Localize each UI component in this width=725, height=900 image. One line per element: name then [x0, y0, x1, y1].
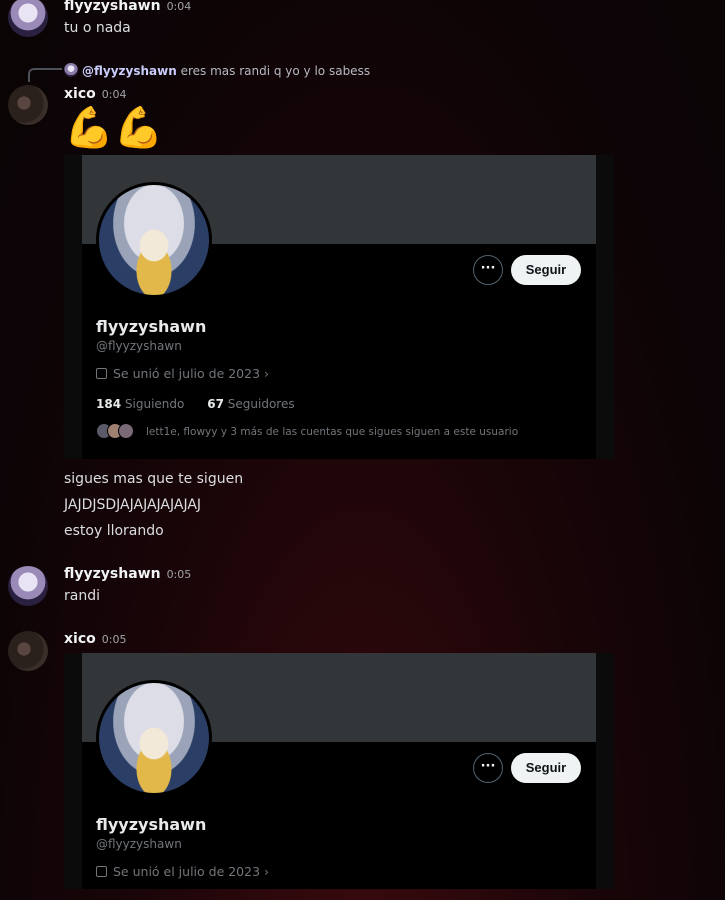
calendar-icon	[96, 866, 107, 877]
message-text: sigues mas que te siguen	[64, 471, 244, 487]
profile-handle: @flyyzyshawn	[96, 339, 182, 353]
avatar[interactable]	[8, 566, 48, 606]
profile-embed[interactable]: ··· Seguir flyyzyshawn @flyyzyshawn Se u…	[64, 155, 614, 459]
author-name-text[interactable]: xico	[64, 86, 96, 102]
author-name-text[interactable]: xico	[64, 631, 96, 647]
avatar[interactable]	[8, 0, 48, 37]
message-text: JAJDJSDJAJAJAJAJAJAJ	[64, 497, 202, 513]
timestamp: 0:05	[166, 568, 192, 581]
follow-button[interactable]: Seguir	[511, 255, 581, 285]
profile-handle: @flyyzyshawn	[96, 837, 182, 851]
author-name[interactable]: flyyzyshawn 0:04	[64, 0, 191, 14]
followed-by[interactable]: lett1e, flowyy y 3 más de las cuentas qu…	[96, 423, 518, 439]
timestamp: 0:04	[166, 0, 192, 13]
followed-by-avatars	[96, 423, 136, 439]
profile-picture	[96, 182, 212, 298]
avatar[interactable]	[8, 631, 48, 671]
more-options-button[interactable]: ···	[473, 255, 503, 285]
reply-connector	[28, 68, 62, 82]
following-label[interactable]: Siguiendo	[125, 397, 184, 411]
follow-button[interactable]: Seguir	[511, 753, 581, 783]
joined-text: Se unió el julio de 2023	[113, 366, 261, 381]
followers-label[interactable]: Seguidores	[228, 397, 295, 411]
message-text: tu o nada	[64, 20, 131, 36]
calendar-icon	[96, 368, 107, 379]
author-name[interactable]: xico 0:04	[64, 86, 126, 102]
profile-picture	[96, 680, 212, 796]
message-text: estoy llorando	[64, 523, 164, 539]
profile-embed[interactable]: ··· Seguir flyyzyshawn @flyyzyshawn Se u…	[64, 653, 614, 889]
profile-name: flyyzyshawn	[96, 815, 207, 834]
reply-preview[interactable]: @flyyzyshawn eres mas randi q yo y lo sa…	[64, 63, 370, 78]
timestamp: 0:04	[101, 88, 127, 101]
reply-text: eres mas randi q yo y lo sabess	[180, 64, 371, 78]
message-text: randi	[64, 588, 100, 604]
author-name[interactable]: flyyzyshawn 0:05	[64, 566, 191, 582]
author-name-text[interactable]: flyyzyshawn	[64, 0, 161, 14]
avatar[interactable]	[8, 85, 48, 125]
author-name-text[interactable]: flyyzyshawn	[64, 566, 161, 582]
more-options-button[interactable]: ···	[473, 753, 503, 783]
followed-by-text: lett1e, flowyy y 3 más de las cuentas qu…	[146, 426, 519, 438]
flexed-biceps-emoji: 💪💪	[64, 105, 164, 151]
joined-date: Se unió el julio de 2023 ›	[96, 366, 269, 381]
more-icon: ···	[480, 759, 496, 774]
chevron-right-icon: ›	[260, 366, 270, 381]
reply-author[interactable]: @flyyzyshawn	[82, 64, 177, 78]
reply-avatar	[64, 63, 78, 77]
follow-stats: 184 Siguiendo 67 Seguidores	[96, 397, 295, 411]
joined-text: Se unió el julio de 2023	[113, 864, 261, 879]
more-icon: ···	[480, 261, 496, 276]
author-name[interactable]: xico 0:05	[64, 631, 126, 647]
followers-count: 67	[207, 397, 224, 411]
following-count: 184	[96, 397, 122, 411]
avatar	[118, 423, 134, 439]
joined-date: Se unió el julio de 2023 ›	[96, 864, 269, 879]
timestamp: 0:05	[101, 633, 127, 646]
chevron-right-icon: ›	[260, 864, 270, 879]
profile-name: flyyzyshawn	[96, 317, 207, 336]
